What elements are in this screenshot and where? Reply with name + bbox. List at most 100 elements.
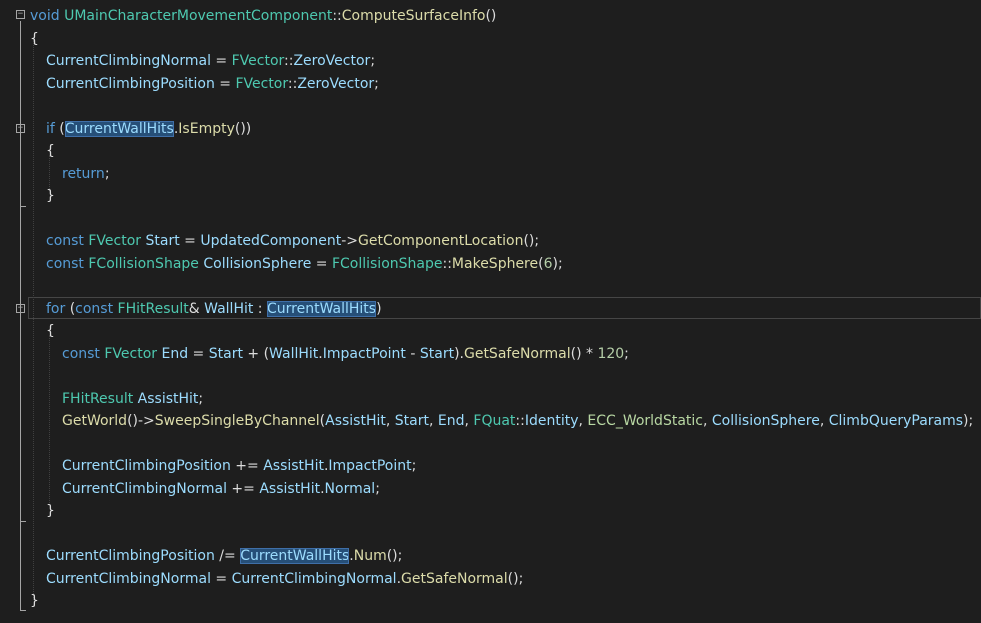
code-line[interactable] [0, 208, 981, 231]
code-token: { [46, 143, 55, 159]
code-text: } [30, 590, 39, 613]
code-token: ); [552, 255, 563, 272]
code-token: WallHit [204, 300, 254, 317]
code-token: FVector [235, 75, 288, 92]
code-token: , [428, 413, 438, 429]
code-token: , [819, 413, 829, 429]
code-line[interactable]: { [0, 320, 981, 343]
code-token: ; [411, 458, 417, 474]
code-token: = [179, 233, 201, 249]
code-text: GetWorld()->SweepSingleByChannel(AssistH… [62, 410, 973, 433]
code-line[interactable]: const FVector Start = UpdatedComponent->… [0, 230, 981, 253]
code-token: ZeroVector [293, 53, 371, 69]
code-line[interactable] [0, 523, 981, 546]
code-line[interactable]: } [0, 185, 981, 208]
code-line[interactable] [0, 95, 981, 118]
code-text: const FVector End = Start + (WallHit.Imp… [62, 343, 629, 366]
code-token: ClimbQueryParams [828, 413, 964, 429]
code-token: GetSafeNormal [401, 570, 508, 587]
code-token: & [188, 300, 205, 317]
code-token: AssistHit [259, 480, 321, 497]
code-token: ZeroVector [297, 75, 375, 92]
code-line[interactable]: FHitResult AssistHit; [0, 388, 981, 411]
code-token: ImpactPoint [328, 458, 412, 474]
code-line[interactable]: void UMainCharacterMovementComponent::Co… [0, 5, 981, 28]
code-token: AssistHit [137, 390, 199, 407]
code-token: ; [104, 165, 110, 182]
code-token: const [46, 255, 84, 272]
code-token: ; [198, 390, 204, 407]
code-token: FHitResult [62, 390, 134, 407]
code-text: { [30, 28, 39, 51]
code-token: CurrentClimbingPosition [62, 458, 231, 474]
code-line[interactable]: CurrentClimbingPosition /= CurrentWallHi… [0, 545, 981, 568]
code-line[interactable]: return; [0, 163, 981, 186]
code-line[interactable]: const FCollisionShape CollisionSphere = … [0, 253, 981, 276]
code-text: } [46, 185, 55, 208]
code-token: Start [145, 233, 180, 249]
code-token: ( [65, 300, 76, 317]
code-token: ECC_WorldStatic [587, 413, 703, 429]
code-text: { [46, 140, 55, 163]
code-token: UpdatedComponent [200, 233, 342, 249]
code-token: Start [419, 345, 455, 362]
code-editor[interactable]: − − − void UMainCharacterMovementCompone… [0, 0, 981, 623]
code-token: const [46, 233, 84, 249]
highlighted-reference: CurrentWallHits [240, 548, 350, 564]
code-line[interactable]: } [0, 590, 981, 613]
code-line[interactable]: if (CurrentWallHits.IsEmpty()) [0, 118, 981, 141]
code-token: WallHit [269, 345, 319, 362]
code-token: GetSafeNormal [463, 345, 571, 362]
code-token: End [161, 345, 189, 362]
code-token: ). [454, 345, 464, 362]
code-line[interactable]: CurrentClimbingNormal += AssistHit.Norma… [0, 478, 981, 501]
code-line[interactable]: } [0, 500, 981, 523]
code-line[interactable]: { [0, 28, 981, 51]
code-token: ImpactPoint [322, 345, 406, 362]
code-line[interactable]: for (const FHitResult& WallHit : Current… [0, 298, 981, 321]
highlighted-reference: CurrentWallHits [64, 120, 174, 137]
code-token: , [702, 413, 712, 429]
code-line[interactable] [0, 275, 981, 298]
code-line[interactable] [0, 433, 981, 456]
code-token: CurrentClimbingNormal [62, 480, 227, 497]
code-text: { [46, 320, 55, 343]
code-token: FVector [104, 345, 158, 362]
code-token: Start [208, 345, 243, 362]
code-line[interactable]: CurrentClimbingNormal = CurrentClimbingN… [0, 568, 981, 591]
code-token: return [62, 165, 105, 182]
code-token: CurrentClimbingNormal [46, 570, 211, 587]
code-token: :: [515, 413, 525, 429]
code-token: = [214, 75, 236, 92]
code-token: + ( [242, 345, 270, 362]
code-token: (); [507, 570, 524, 587]
code-token: :: [332, 8, 342, 24]
code-token: FVector [88, 233, 142, 249]
code-token: const [75, 300, 114, 317]
code-line[interactable]: GetWorld()->SweepSingleByChannel(AssistH… [0, 410, 981, 433]
code-line[interactable]: { [0, 140, 981, 163]
code-line[interactable]: const FVector End = Start + (WallHit.Imp… [0, 343, 981, 366]
code-token: ComputeSurfaceInfo [341, 8, 486, 24]
code-token: ); [963, 413, 974, 429]
code-token: (); [523, 233, 540, 249]
code-token: ) [376, 300, 382, 317]
code-line[interactable]: CurrentClimbingPosition = FVector::ZeroV… [0, 73, 981, 96]
code-line[interactable]: CurrentClimbingNormal = FVector::ZeroVec… [0, 50, 981, 73]
code-token: if [46, 120, 55, 137]
code-token: :: [287, 75, 298, 92]
code-token: (); [386, 548, 403, 564]
code-token: : [253, 300, 267, 317]
code-text: CurrentClimbingPosition /= CurrentWallHi… [46, 545, 402, 568]
code-text: return; [62, 163, 110, 186]
code-token: } [30, 593, 39, 609]
code-token: CollisionSphere [203, 255, 312, 272]
code-line[interactable] [0, 365, 981, 388]
code-token: GetComponentLocation [358, 233, 524, 249]
code-text: const FCollisionShape CollisionSphere = … [46, 253, 563, 276]
code-line[interactable]: CurrentClimbingPosition += AssistHit.Imp… [0, 455, 981, 478]
code-token: } [46, 188, 55, 204]
code-token: SweepSingleByChannel [154, 413, 320, 429]
code-token: Identity [524, 413, 579, 429]
code-token: () [485, 8, 497, 24]
